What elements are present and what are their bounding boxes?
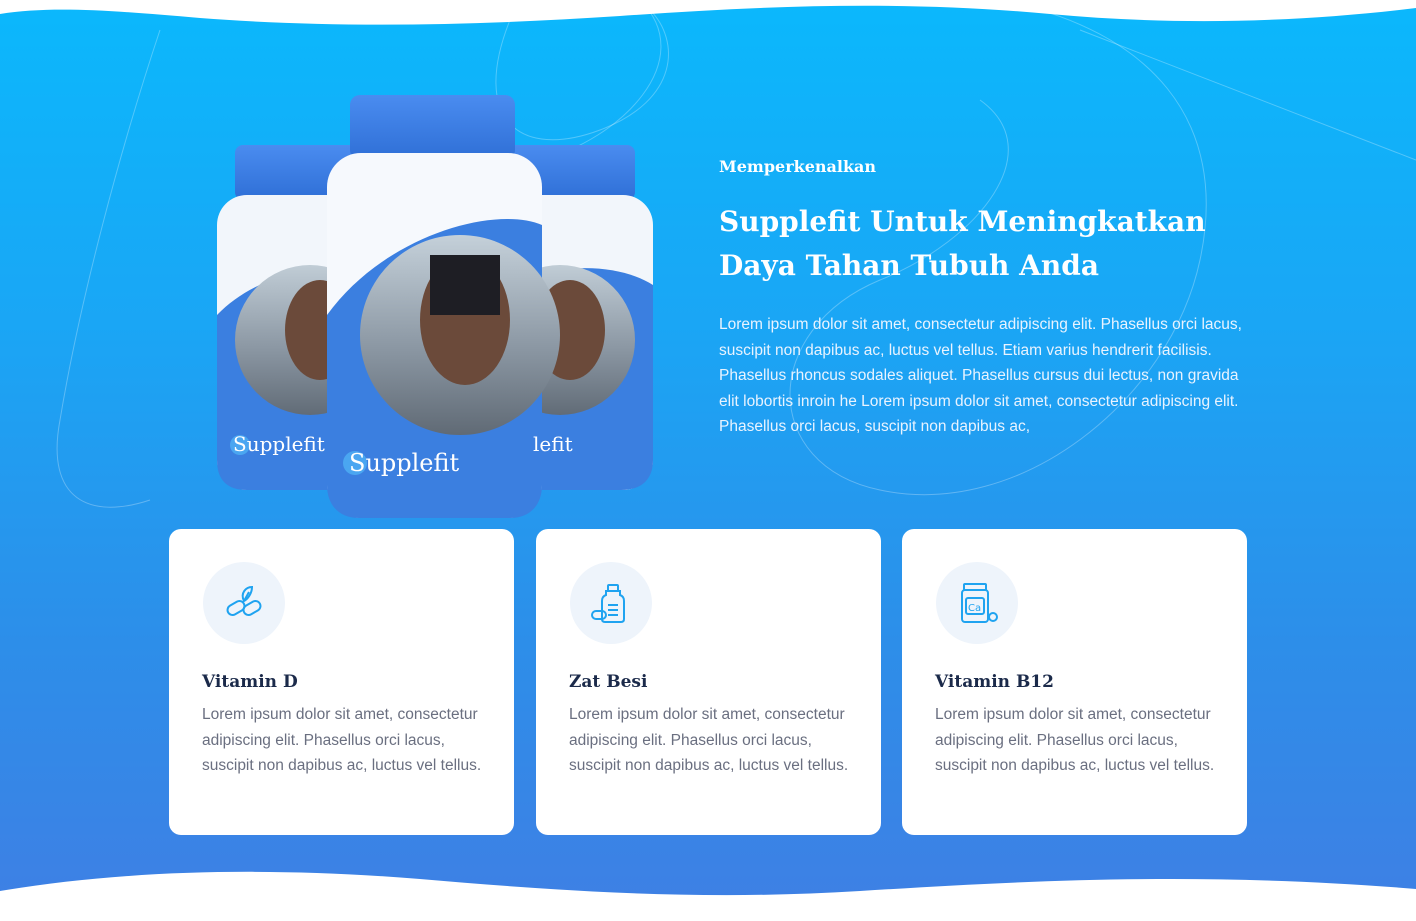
feature-title: Zat Besi: [569, 672, 648, 692]
intro-description: Lorem ipsum dolor sit amet, consectetur …: [719, 316, 1242, 435]
feature-text: Lorem ipsum dolor sit amet, consectetur …: [202, 706, 482, 774]
bottle-label-left: Supplefit: [233, 432, 325, 456]
svg-text:Ca: Ca: [968, 603, 981, 614]
feature-card-vitamin-d: Vitamin D Lorem ipsum dolor sit amet, co…: [169, 529, 514, 835]
feature-card-zat-besi: Zat Besi Lorem ipsum dolor sit amet, con…: [536, 529, 881, 835]
bottle-label-main: Supplefit: [349, 449, 460, 477]
calcium-jar-icon: Ca: [936, 562, 1018, 644]
feature-text: Lorem ipsum dolor sit amet, consectetur …: [935, 706, 1215, 774]
bottle-label-right: lefit: [533, 432, 573, 456]
intro-section: Supplefit lefit Supplefit Memperkenalkan…: [0, 0, 1416, 921]
product-bottles-image: Supplefit lefit Supplefit: [217, 95, 653, 518]
feature-title: Vitamin B12: [935, 672, 1054, 692]
feature-title: Vitamin D: [202, 672, 298, 692]
leaf-capsules-icon: [203, 562, 285, 644]
feature-card-vitamin-b12: Ca Vitamin B12 Lorem ipsum dolor sit ame…: [902, 529, 1247, 835]
bottom-wave-divider: [0, 871, 1416, 921]
medicine-bottle-icon: [570, 562, 652, 644]
feature-text: Lorem ipsum dolor sit amet, consectetur …: [569, 706, 849, 774]
top-wave-divider: [0, 0, 1416, 25]
intro-eyebrow: Memperkenalkan: [719, 157, 877, 176]
intro-title: Supplefit Untuk Meningkatkan Daya Tahan …: [719, 205, 1206, 282]
